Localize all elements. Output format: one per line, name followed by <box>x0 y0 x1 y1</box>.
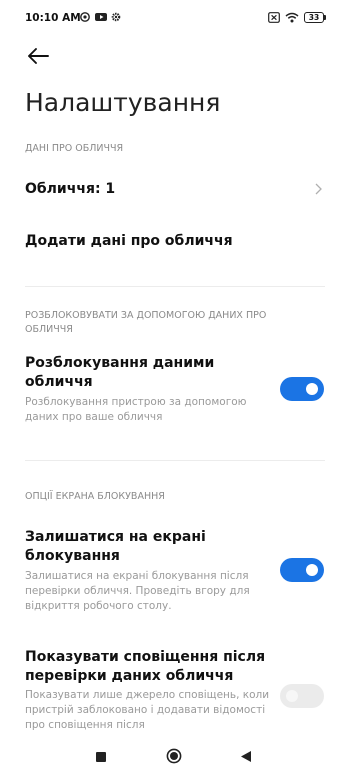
toggle-knob <box>286 690 298 702</box>
section-header-unlock: РОЗБЛОКОВУВАТИ ЗА ДОПОМОГОЮ ДАНИХ ПРО ОБ… <box>25 310 267 335</box>
wifi-icon <box>285 12 299 23</box>
section-header-lock-screen: ОПЦІЇ ЕКРАНА БЛОКУВАННЯ <box>25 491 165 502</box>
status-time: 10:10 AM <box>25 12 81 24</box>
add-face-label: Додати дані про обличчя <box>25 233 233 249</box>
page-title: Налаштування <box>25 88 221 117</box>
youtube-icon <box>95 13 107 21</box>
whatsapp-icon <box>80 12 90 22</box>
recents-square-icon[interactable] <box>96 752 106 762</box>
divider <box>25 286 325 287</box>
face-unlock-title: Розблокування даними обличчя <box>25 355 215 390</box>
face-unlock-toggle[interactable] <box>280 377 324 401</box>
home-circle-icon[interactable] <box>166 748 182 764</box>
navigation-bar <box>0 736 350 778</box>
face-unlock-row[interactable]: Розблокування даними обличчя Розблокуван… <box>0 352 350 432</box>
stay-on-lock-screen-title: Залишатися на екрані блокування <box>25 529 206 564</box>
stay-on-lock-screen-subtitle: Залишатися на екрані блокування після пе… <box>25 570 250 612</box>
back-triangle-icon[interactable] <box>240 750 252 763</box>
toggle-knob <box>306 383 318 395</box>
battery-tip <box>324 15 326 20</box>
stay-on-lock-screen-row[interactable]: Залишатися на екрані блокування Залишати… <box>0 526 350 618</box>
toggle-knob <box>306 564 318 576</box>
faces-label: Обличчя: 1 <box>25 181 116 197</box>
arrow-left-icon[interactable] <box>26 46 50 66</box>
battery-level: 33 <box>308 13 320 22</box>
show-notifications-toggle[interactable] <box>280 684 324 708</box>
show-notifications-title: Показувати сповіщення після перевірки да… <box>25 649 266 684</box>
faces-row[interactable]: Обличчя: 1 <box>0 168 350 210</box>
divider <box>25 460 325 461</box>
stay-on-lock-screen-toggle[interactable] <box>280 558 324 582</box>
show-notifications-subtitle: Показувати лише джерело сповіщень, коли … <box>25 689 270 731</box>
status-bar: 10:10 AM 33 <box>0 0 350 38</box>
show-notifications-row[interactable]: Показувати сповіщення після перевірки да… <box>0 646 350 736</box>
settings-gear-icon <box>111 12 121 22</box>
sim-card-icon <box>268 12 280 23</box>
chevron-right-icon <box>315 183 322 195</box>
face-unlock-subtitle: Розблокування пристрою за допомогою дани… <box>25 396 247 423</box>
section-header-face-data: ДАНІ ПРО ОБЛИЧЧЯ <box>25 143 124 154</box>
battery-icon: 33 <box>304 12 324 23</box>
add-face-row[interactable]: Додати дані про обличчя <box>0 222 350 264</box>
